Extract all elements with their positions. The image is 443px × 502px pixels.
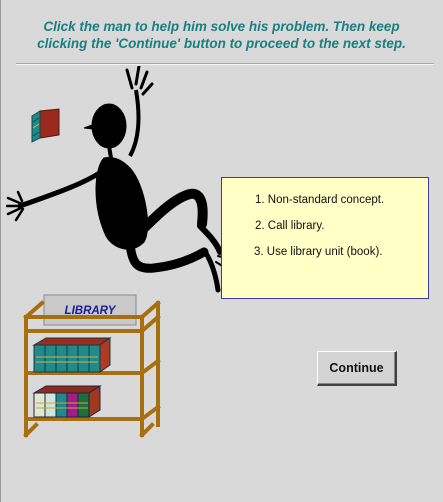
step-1: 1. Non-standard concept. xyxy=(255,194,385,206)
stick-man-figure[interactable] xyxy=(6,66,250,298)
window-edge xyxy=(0,0,1,502)
instruction-line-1: Click the man to help him solve his prob… xyxy=(43,19,400,34)
step-2: 2. Call library. xyxy=(255,220,325,232)
bookshelf-icon: LIBRARY xyxy=(23,294,161,438)
instruction-line-2: clicking the 'Continue' button to procee… xyxy=(37,36,406,51)
header-divider xyxy=(16,63,434,65)
instruction-text: Click the man to help him solve his prob… xyxy=(20,18,423,52)
stage: Click the man to help him solve his prob… xyxy=(0,0,443,502)
step-3: 3. Use library unit (book). xyxy=(254,246,383,258)
continue-button[interactable]: Continue xyxy=(317,351,397,386)
steps-box: 1. Non-standard concept. 2. Call library… xyxy=(221,177,429,299)
